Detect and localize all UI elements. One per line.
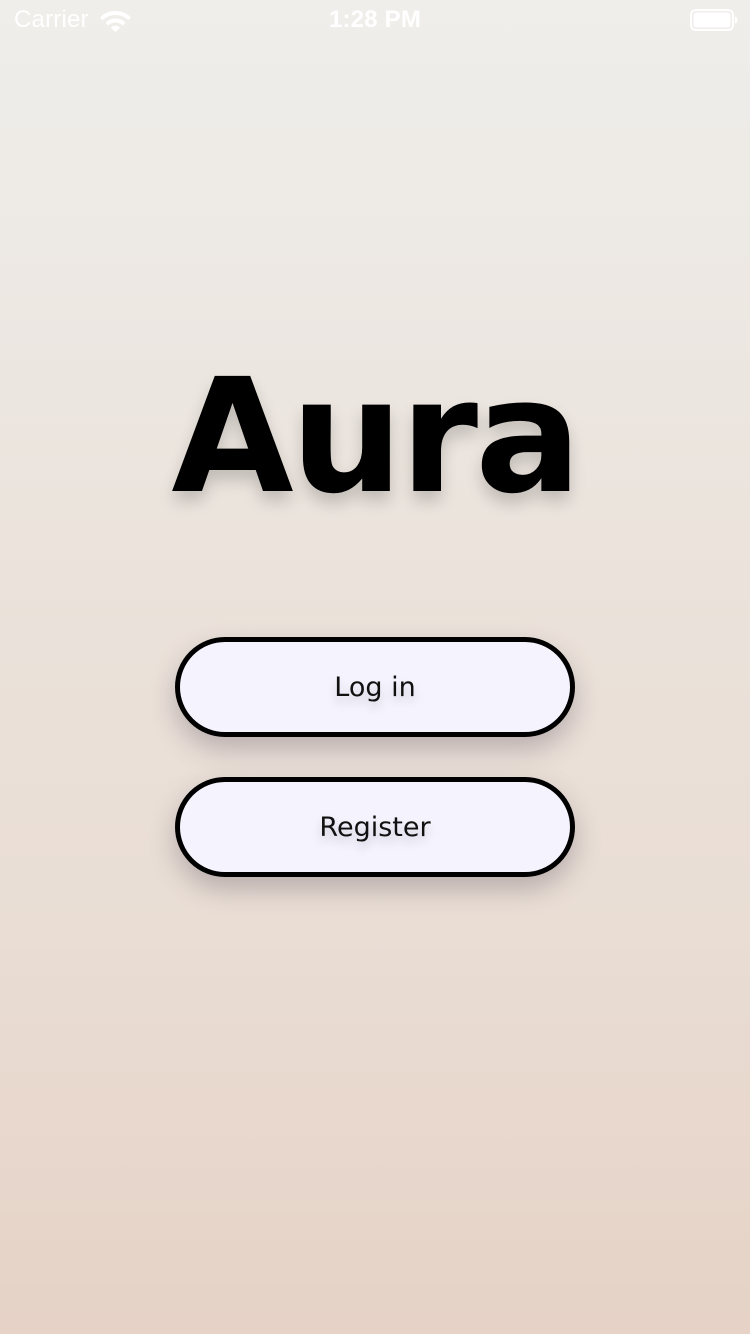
register-button-label: Register bbox=[319, 811, 431, 843]
battery-icon bbox=[690, 9, 738, 31]
status-time: 1:28 PM bbox=[328, 6, 422, 33]
login-button-label: Log in bbox=[334, 671, 416, 703]
app-title: Aura bbox=[171, 345, 581, 529]
register-button[interactable]: Register bbox=[175, 777, 575, 877]
login-button[interactable]: Log in bbox=[175, 637, 575, 737]
status-bar: Carrier 1:28 PM bbox=[0, 0, 750, 40]
